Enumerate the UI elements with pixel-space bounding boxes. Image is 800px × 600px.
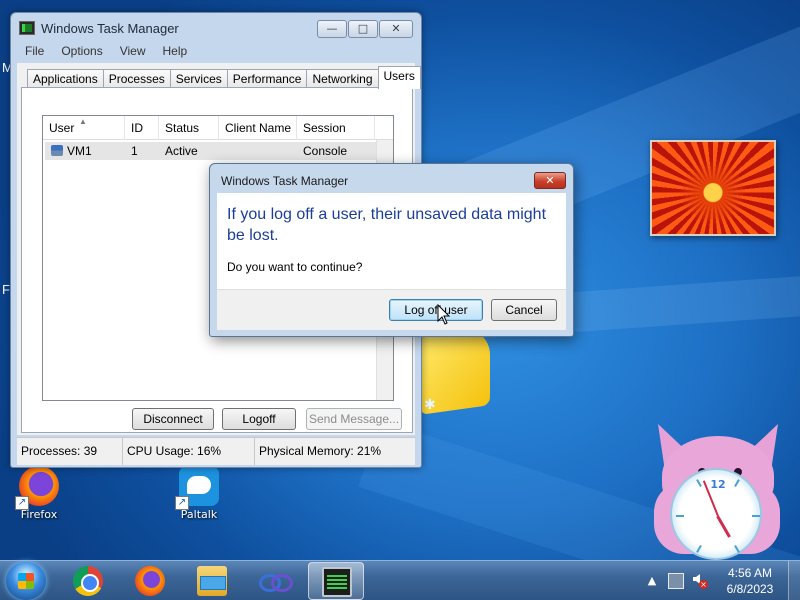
network-icon[interactable] (668, 573, 684, 589)
dialog-close-button[interactable]: ✕ (534, 172, 566, 189)
disconnect-button[interactable]: Disconnect (132, 408, 214, 430)
sort-ascending-icon: ▲ (79, 117, 87, 126)
dialog-title: Windows Task Manager (221, 174, 349, 188)
clock-time: 4:56 AM (727, 566, 773, 580)
taskbar-chrome[interactable] (60, 562, 116, 600)
taskbar-task-manager[interactable] (308, 562, 364, 600)
start-button[interactable] (6, 562, 46, 600)
clock-date: 6/8/2023 (726, 582, 774, 596)
logoff-confirm-dialog[interactable]: Windows Task Manager ✕ If you log off a … (209, 163, 574, 337)
clock-tick (696, 479, 702, 488)
menu-help[interactable]: Help (154, 43, 196, 63)
cell-client-name (219, 142, 297, 160)
dialog-content: If you log off a user, their unsaved dat… (217, 193, 566, 289)
status-cpu-usage: CPU Usage: 16% (123, 438, 255, 465)
clock-tick (734, 479, 740, 488)
log-off-user-button[interactable]: Log off user (389, 299, 483, 321)
task-manager-icon (322, 567, 352, 597)
show-desktop-button[interactable] (788, 561, 800, 600)
clock-tick (752, 515, 760, 517)
offscreen-icon-label: F (2, 282, 10, 297)
desktop-icon-paltalk[interactable]: ↗ Paltalk (164, 466, 234, 521)
status-physical-memory: Physical Memory: 21% (259, 444, 382, 458)
tab-services[interactable]: Services (169, 69, 228, 89)
clock-face: 12 (670, 468, 762, 560)
clock-hour-hand (716, 515, 731, 538)
dialog-question: Do you want to continue? (227, 260, 363, 274)
firefox-icon (135, 566, 165, 596)
taskbar: ▲ × 4:56 AM 6/8/2023 (0, 560, 800, 600)
list-header: ▲ User ID Status Client Name Session (43, 116, 393, 140)
volume-muted-icon[interactable]: × (690, 573, 708, 589)
taskbar-firefox[interactable] (122, 562, 178, 600)
clock-twelve: 12 (710, 478, 726, 491)
taskbar-file-explorer[interactable] (184, 562, 240, 600)
send-message-button[interactable]: Send Message... (306, 408, 402, 430)
tab-strip: Applications Processes Services Performa… (27, 65, 421, 89)
slideshow-gadget[interactable] (650, 140, 776, 236)
taskbar-clock[interactable]: 4:56 AM 6/8/2023 (712, 565, 788, 597)
clock-tick (676, 515, 684, 517)
tab-networking[interactable]: Networking (306, 69, 379, 89)
column-header-session[interactable]: Session (297, 116, 375, 140)
status-bar: Processes: 39 CPU Usage: 16% Physical Me… (17, 437, 415, 465)
menu-bar: File Options View Help (15, 43, 195, 63)
shortcut-arrow-icon: ↗ (15, 496, 29, 510)
tab-users[interactable]: Users (377, 66, 421, 89)
user-name: VM1 (67, 144, 92, 158)
column-header-status[interactable]: Status (159, 116, 219, 140)
cell-id: 1 (131, 144, 138, 158)
wallpaper-sparkle: ✱ (424, 397, 436, 413)
task-manager-titlebar[interactable]: Windows Task Manager — □ ✕ (11, 13, 421, 43)
cancel-button[interactable]: Cancel (491, 299, 557, 321)
column-label: User (49, 121, 75, 135)
cell-session: Console (303, 144, 348, 158)
mouse-cursor-icon (437, 304, 451, 325)
desktop-icon-firefox[interactable]: ↗ Firefox (4, 466, 74, 521)
menu-file[interactable]: File (15, 43, 52, 63)
menu-view[interactable]: View (111, 43, 154, 63)
table-row[interactable]: VM1 1 Active Console (45, 142, 377, 160)
window-title: Windows Task Manager (41, 21, 179, 36)
cell-status: Active (165, 144, 198, 158)
tab-performance[interactable]: Performance (226, 69, 308, 89)
dialog-main-instruction: If you log off a user, their unsaved dat… (227, 206, 547, 244)
column-header-user[interactable]: ▲ User (43, 116, 125, 140)
minimize-button[interactable]: — (317, 20, 347, 38)
chrome-icon (73, 566, 103, 596)
clock-tick (696, 544, 702, 553)
tab-applications[interactable]: Applications (27, 69, 104, 89)
column-header-id[interactable]: ID (125, 116, 159, 140)
maximize-button[interactable]: □ (348, 20, 378, 38)
menu-options[interactable]: Options (52, 43, 110, 63)
shortcut-arrow-icon: ↗ (175, 496, 189, 510)
cell-user: VM1 (45, 142, 125, 160)
column-header-client-name[interactable]: Client Name (219, 116, 297, 140)
file-explorer-icon (197, 566, 227, 596)
close-button[interactable]: ✕ (379, 20, 413, 38)
status-processes: Processes: 39 (17, 438, 123, 465)
link-app-icon (259, 566, 293, 596)
task-manager-icon (19, 21, 35, 35)
logoff-button[interactable]: Logoff (222, 408, 296, 430)
dialog-footer: Log off user Cancel (217, 289, 566, 330)
clock-gadget[interactable]: 12 (652, 424, 782, 560)
clock-tick (734, 544, 740, 553)
user-icon (51, 145, 63, 156)
tab-processes[interactable]: Processes (102, 69, 171, 89)
show-hidden-icons-chevron-icon[interactable]: ▲ (644, 573, 660, 589)
taskbar-link-app[interactable] (246, 562, 302, 600)
